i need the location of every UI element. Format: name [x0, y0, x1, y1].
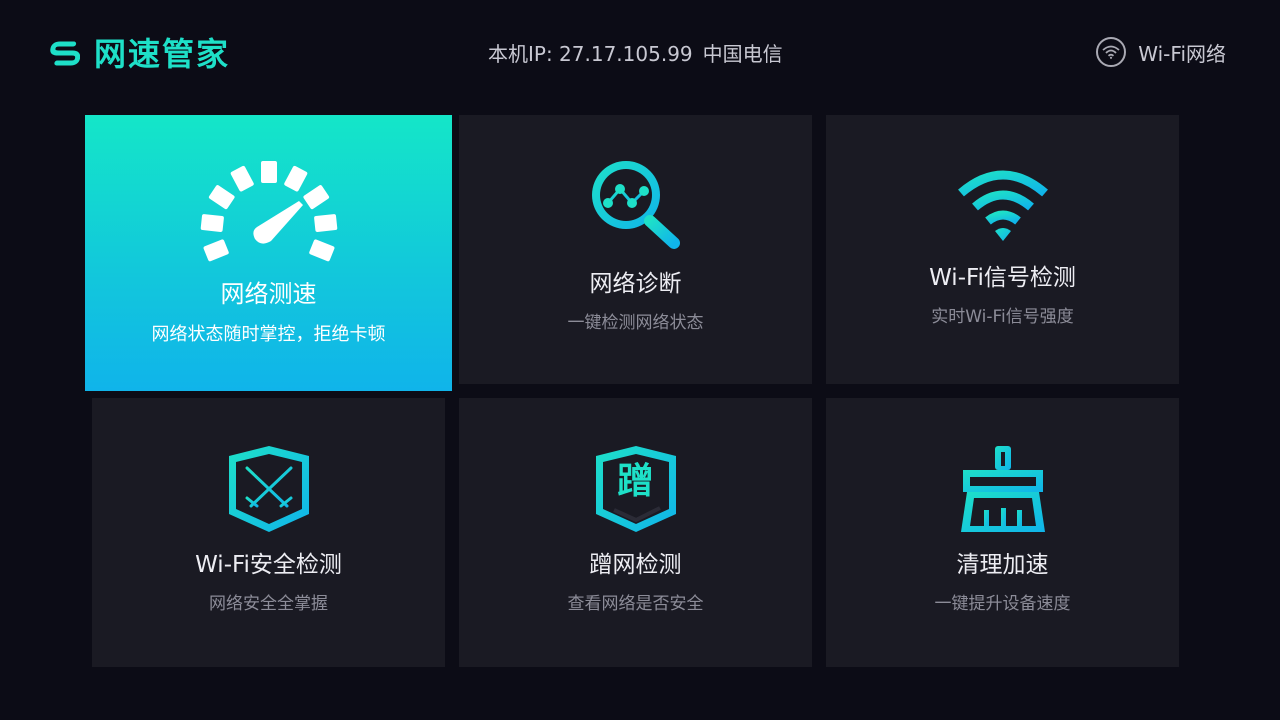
- ip-info: 本机IP: 27.17.105.99 中国电信: [488, 40, 783, 68]
- tile-subtitle: 一键提升设备速度: [934, 594, 1071, 614]
- wifi-icon: [1096, 37, 1127, 67]
- tile-title: Wi-Fi信号检测: [929, 265, 1076, 291]
- ip-address: 本机IP: 27.17.105.99: [488, 42, 693, 66]
- tile-title: Wi-Fi安全检测: [195, 552, 342, 578]
- tile-subtitle: 查看网络是否安全: [567, 594, 704, 614]
- tile-cleanup-speedup[interactable]: 清理加速 一键提升设备速度: [826, 398, 1179, 667]
- tile-freeloader-detection[interactable]: 蹭 蹭网检测 查看网络是否安全: [459, 398, 812, 667]
- tile-title: 网络测速: [220, 280, 317, 308]
- freeloader-badge-icon: 蹭: [590, 444, 682, 536]
- tile-wifi-signal[interactable]: Wi-Fi信号检测 实时Wi-Fi信号强度: [826, 115, 1179, 384]
- isp-name: 中国电信: [702, 42, 783, 66]
- wifi-signal-icon: [955, 159, 1051, 255]
- tile-wifi-security[interactable]: Wi-Fi安全检测 网络安全全掌握: [92, 398, 445, 667]
- tile-network-diagnosis[interactable]: 网络诊断 一键检测网络状态: [459, 115, 812, 384]
- tile-subtitle: 实时Wi-Fi信号强度: [931, 307, 1074, 327]
- tile-subtitle: 网络安全全掌握: [209, 594, 328, 614]
- tile-title: 清理加速: [956, 552, 1049, 578]
- broom-icon: [957, 444, 1049, 536]
- speedometer-icon: [199, 159, 339, 265]
- screen: 网速管家 本机IP: 27.17.105.99 中国电信 Wi-Fi网络 网络测…: [0, 0, 1280, 720]
- diagnose-magnifier-icon: [586, 159, 686, 255]
- wifi-network-label: Wi-Fi网络: [1138, 41, 1226, 66]
- app-logo: 网速管家: [50, 34, 230, 74]
- app-title: 网速管家: [94, 35, 231, 73]
- tile-title: 蹭网检测: [589, 552, 682, 578]
- badge-char: 蹭: [617, 461, 654, 502]
- tile-subtitle: 网络状态随时掌控，拒绝卡顿: [151, 324, 386, 345]
- wifi-network-button[interactable]: Wi-Fi网络: [1096, 37, 1226, 67]
- tile-speed-test[interactable]: 网络测速 网络状态随时掌控，拒绝卡顿: [85, 115, 452, 391]
- logo-icon: [50, 41, 80, 67]
- shield-swords-icon: [223, 444, 315, 536]
- tile-subtitle: 一键检测网络状态: [567, 313, 704, 333]
- tile-title: 网络诊断: [589, 271, 682, 297]
